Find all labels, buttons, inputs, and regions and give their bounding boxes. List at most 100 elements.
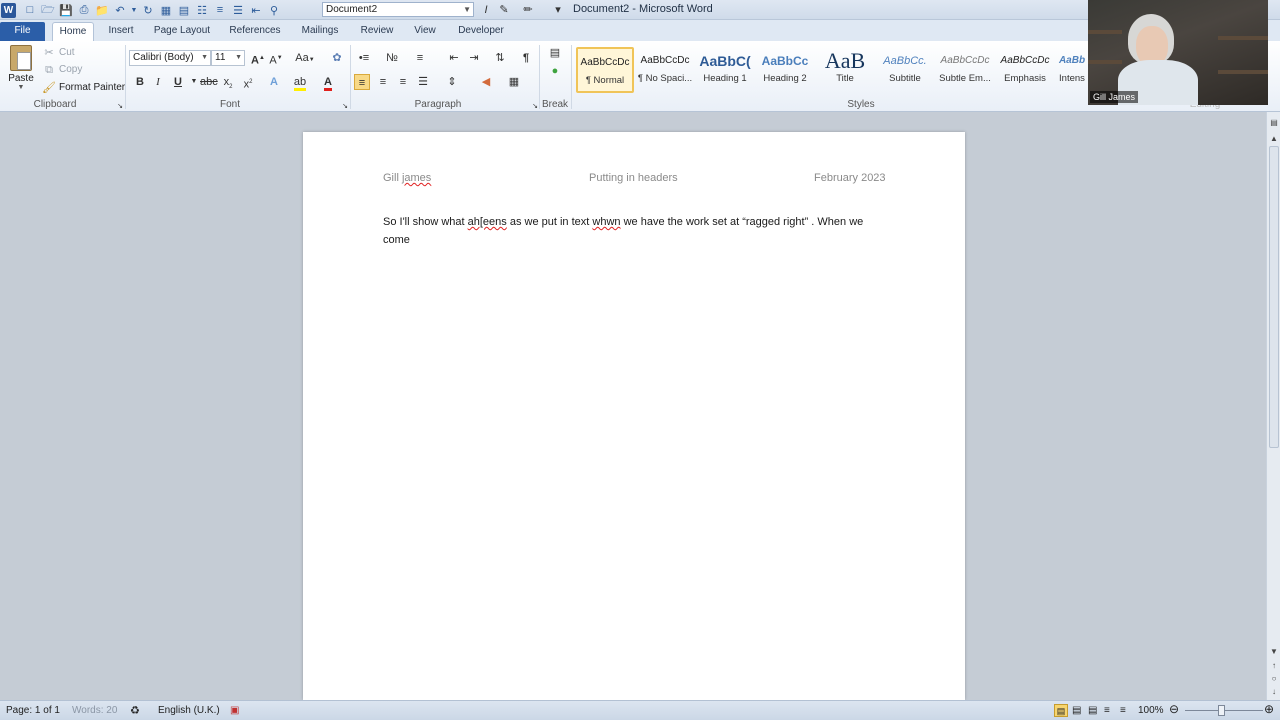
format-painter-button[interactable]: 🖌 Format Painter xyxy=(42,80,125,96)
open-folder-icon[interactable]: 🗁 xyxy=(40,2,56,18)
zoom-in-icon[interactable]: ⊕ xyxy=(1264,703,1274,715)
word-count[interactable]: Words: 20 xyxy=(72,705,117,717)
tab-mailings[interactable]: Mailings xyxy=(296,22,344,41)
undo-dropdown-icon[interactable]: ▼ xyxy=(130,2,138,18)
cut-button[interactable]: ✂ Cut xyxy=(42,45,74,61)
select-browse-object-icon[interactable]: ○ xyxy=(1269,674,1279,684)
tab-home[interactable]: Home xyxy=(52,22,94,41)
header-right[interactable]: February 2023 xyxy=(814,172,886,184)
vertical-scrollbar[interactable]: ▤ ▲ ▼ ↑ ○ ↓ xyxy=(1266,112,1280,700)
shrink-font-icon[interactable]: A▼ xyxy=(268,50,284,67)
line-spacing-icon[interactable]: ⇕ xyxy=(444,74,460,90)
print-preview-icon[interactable]: ⎙ xyxy=(76,2,92,18)
shading-icon[interactable]: ◀ xyxy=(478,74,494,90)
track-changes-icon[interactable]: ✎ xyxy=(496,2,512,18)
tab-insert[interactable]: Insert xyxy=(102,22,140,41)
multilevel-list-icon[interactable]: ≡ xyxy=(412,50,428,66)
text-box-icon[interactable]: ▤ xyxy=(176,2,192,18)
scrollbar-thumb[interactable] xyxy=(1269,146,1279,448)
subscript-icon[interactable]: x2 xyxy=(220,74,236,90)
redo-icon[interactable]: ↻ xyxy=(140,2,156,18)
borders-icon[interactable]: ▦ xyxy=(506,74,522,90)
italic-format-icon[interactable]: I xyxy=(478,2,494,18)
style-subtle-emphasis[interactable]: AaBbCcDc Subtle Em... xyxy=(936,47,994,93)
header-center[interactable]: Putting in headers xyxy=(589,172,678,184)
language-indicator[interactable]: English (U.K.) xyxy=(158,705,220,717)
decrease-indent-icon[interactable]: ⇤ xyxy=(446,50,462,66)
increase-indent-icon[interactable]: ⇥ xyxy=(466,50,482,66)
document-page[interactable]: Gill james Putting in headers February 2… xyxy=(303,132,965,700)
customize-toolbar-icon[interactable]: ▾ xyxy=(550,2,566,18)
highlight-color-icon[interactable]: ab xyxy=(292,74,308,91)
style-no-spacing[interactable]: AaBbCcDc ¶ No Spaci... xyxy=(636,47,694,93)
misspelled-word[interactable]: whwn xyxy=(592,216,620,228)
page-count[interactable]: Page: 1 of 1 xyxy=(6,705,60,717)
undo-icon[interactable]: ↶ xyxy=(112,2,128,18)
style-heading-2[interactable]: AaBbCc Heading 2 xyxy=(756,47,814,93)
draft-view-icon[interactable]: ≡ xyxy=(1120,705,1126,717)
font-color-icon[interactable]: A xyxy=(320,74,336,91)
style-normal[interactable]: AaBbCcDc ¶ Normal xyxy=(576,47,634,93)
web-layout-icon[interactable]: ▤ xyxy=(1088,705,1097,717)
print-layout-view-icon[interactable]: ▤ xyxy=(1054,704,1068,717)
ruler-toggle-icon[interactable]: ▤ xyxy=(1269,118,1279,128)
page-break-icon[interactable]: ▤ xyxy=(547,45,563,61)
italic-icon[interactable]: I xyxy=(150,74,166,90)
style-intense-emphasis[interactable]: AaBb Intens xyxy=(1056,47,1088,93)
paste-button[interactable]: Paste ▼ xyxy=(6,45,36,97)
document-body-paragraph[interactable]: So I'll show what ah[eens as we put in t… xyxy=(383,213,883,249)
scroll-down-icon[interactable]: ▼ xyxy=(1269,647,1279,657)
word-app-icon[interactable]: W xyxy=(1,2,16,18)
justify-icon[interactable]: ☰ xyxy=(415,74,431,90)
chevron-down-icon[interactable]: ▼ xyxy=(235,51,242,65)
insert-break-icon[interactable]: ● xyxy=(547,63,563,79)
font-name-combo[interactable]: Calibri (Body) ▼ xyxy=(129,50,211,66)
align-icon[interactable]: ≡ xyxy=(212,2,228,18)
save-icon[interactable]: 💾 xyxy=(58,2,74,18)
copy-button[interactable]: ⧉ Copy xyxy=(42,62,82,78)
macro-record-icon[interactable]: ▣ xyxy=(230,705,239,717)
new-document-icon[interactable]: □ xyxy=(22,2,38,18)
style-heading-1[interactable]: AaBbC( Heading 1 xyxy=(696,47,754,93)
grow-font-icon[interactable]: A▲ xyxy=(250,50,266,67)
bullets-icon[interactable]: •≡ xyxy=(356,50,372,66)
search-icon[interactable]: ⚲ xyxy=(266,2,282,18)
next-page-icon[interactable]: ↓ xyxy=(1269,687,1279,697)
tab-review[interactable]: Review xyxy=(356,22,398,41)
previous-page-icon[interactable]: ↑ xyxy=(1269,661,1279,671)
font-size-combo[interactable]: 11 ▼ xyxy=(211,50,245,66)
style-emphasis[interactable]: AaBbCcDc Emphasis xyxy=(996,47,1054,93)
align-left-icon[interactable]: ≡ xyxy=(354,74,370,90)
folder-icon[interactable]: 📁 xyxy=(94,2,110,18)
bold-icon[interactable]: B xyxy=(132,74,148,90)
underline-icon[interactable]: U xyxy=(170,74,186,90)
show-formatting-marks-icon[interactable]: ¶ xyxy=(518,50,534,66)
clear-formatting-icon[interactable]: ✿ xyxy=(329,50,345,66)
style-title[interactable]: AaB Title xyxy=(816,47,874,93)
table-icon[interactable]: ▦ xyxy=(158,2,174,18)
chevron-down-icon[interactable]: ▼ xyxy=(463,3,471,16)
zoom-slider-thumb[interactable] xyxy=(1218,705,1225,716)
outline-view-icon[interactable]: ≡ xyxy=(1104,705,1110,717)
superscript-icon[interactable]: x2 xyxy=(240,74,256,91)
align-right-icon[interactable]: ≡ xyxy=(395,74,411,90)
tab-references[interactable]: References xyxy=(226,22,284,41)
tab-file[interactable]: File xyxy=(0,22,45,41)
align-center-icon[interactable]: ≡ xyxy=(375,74,391,90)
misspelled-word[interactable]: james xyxy=(402,172,431,184)
tab-page-layout[interactable]: Page Layout xyxy=(150,22,214,41)
strikethrough-icon[interactable]: abc xyxy=(200,74,218,90)
document-name-box[interactable]: Document2 ▼ xyxy=(322,2,474,17)
header-left[interactable]: Gill james xyxy=(383,172,431,184)
text-effects-icon[interactable]: A xyxy=(266,74,282,90)
numbering-icon[interactable]: № xyxy=(384,50,400,66)
change-case-icon[interactable]: Aa▼ xyxy=(294,50,316,66)
tab-developer[interactable]: Developer xyxy=(452,22,510,41)
lines-icon[interactable]: ☰ xyxy=(230,2,246,18)
style-subtitle[interactable]: AaBbCc. Subtitle xyxy=(876,47,934,93)
zoom-out-icon[interactable]: ⊖ xyxy=(1169,703,1179,715)
paragraph-icon[interactable]: ⇤ xyxy=(248,2,264,18)
highlight-icon[interactable]: ✏ xyxy=(520,2,536,18)
scroll-up-icon[interactable]: ▲ xyxy=(1269,134,1279,144)
chevron-down-icon[interactable]: ▼ xyxy=(201,51,208,65)
